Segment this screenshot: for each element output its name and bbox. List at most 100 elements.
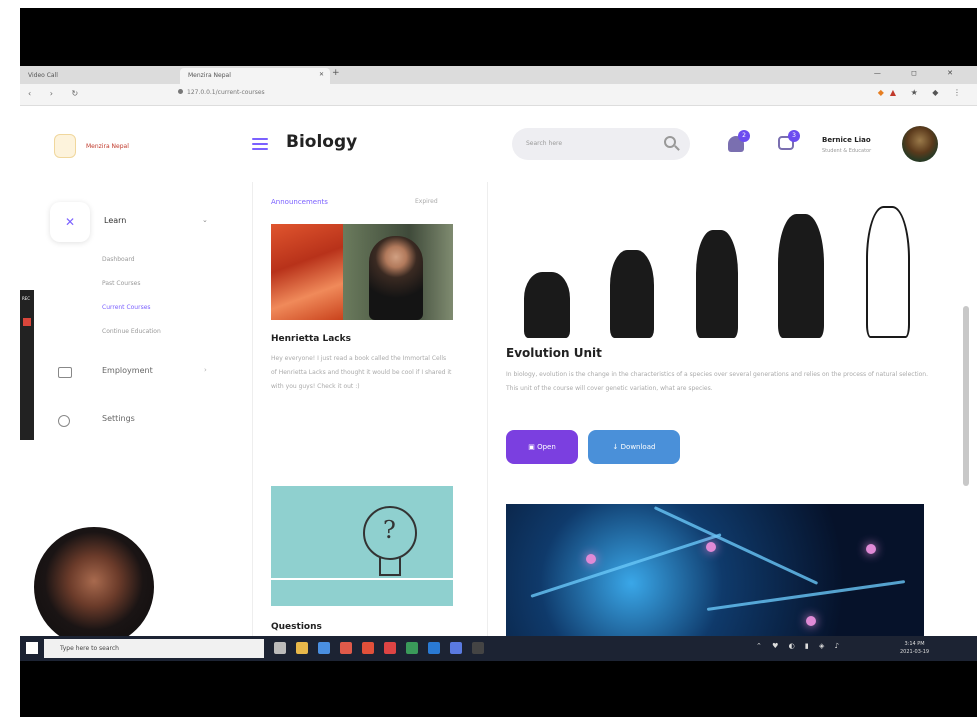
sidebar-subitem-dashboard[interactable]: Dashboard	[102, 256, 135, 263]
chrome-icon[interactable]	[362, 642, 374, 654]
tab-expired[interactable]: Expired	[415, 198, 438, 205]
app-icon[interactable]	[406, 642, 418, 654]
webcam-overlay	[32, 525, 156, 649]
questions-title[interactable]: Questions	[271, 622, 322, 632]
download-label: Download	[620, 443, 656, 451]
user-role: Student & Educator	[822, 148, 872, 154]
url-text: 127.0.0.1/current-courses	[187, 89, 265, 96]
tab-label: Video Call	[28, 72, 58, 79]
new-tab-button[interactable]: +	[332, 68, 340, 78]
page-title: Biology	[286, 132, 358, 152]
questions-image[interactable]: ?	[271, 486, 453, 606]
sidebar-subitem-current-courses[interactable]: Current Courses	[102, 304, 151, 311]
desktop-screen: Video Call Menzira Nepal ✕ + — ◻ ✕ ‹ › ↻ …	[20, 66, 977, 661]
clock-time: 3:14 PM	[904, 641, 925, 647]
sidebar-item-label: Settings	[102, 414, 135, 423]
url-field[interactable]: 127.0.0.1/current-courses	[178, 89, 265, 96]
post-body: Hey everyone! I just read a book called …	[271, 355, 452, 390]
tab-announcements[interactable]: Announcements	[271, 198, 328, 206]
user-name: Bernice Liao	[822, 136, 871, 144]
menu-icon[interactable]	[252, 138, 268, 150]
extension-icons[interactable]: ◆▲ ★ ◆ ⋮	[878, 88, 967, 97]
window-controls[interactable]: — ◻ ✕	[874, 69, 967, 77]
browser-tab-active[interactable]: Menzira Nepal ✕	[180, 68, 330, 84]
logo-icon	[54, 134, 76, 158]
chevron-down-icon[interactable]: ⌄	[202, 216, 208, 224]
chevron-right-icon[interactable]: ›	[204, 366, 207, 374]
book-cover	[271, 224, 343, 320]
app-icon[interactable]	[450, 642, 462, 654]
brave-shield-icon[interactable]: ◆	[878, 88, 890, 97]
neuron-cell	[706, 542, 716, 552]
app-container: Menzira Nepal Biology Search here 2 3 Be…	[20, 106, 977, 636]
open-label: Open	[537, 443, 556, 451]
left-margin	[0, 0, 20, 717]
unit-column: Evolution Unit In biology, evolution is …	[488, 182, 977, 636]
evolution-figure	[610, 250, 654, 338]
neuron-image[interactable]	[506, 504, 924, 636]
neuron-cell	[586, 554, 596, 564]
question-mark-icon: ?	[383, 516, 396, 544]
gear-icon	[58, 415, 70, 427]
search-input[interactable]: Search here	[526, 140, 562, 147]
brand-logo[interactable]: Menzira Nepal	[54, 134, 129, 158]
evolution-figure	[778, 214, 824, 338]
browser-tabstrip: Video Call Menzira Nepal ✕ + — ◻ ✕	[20, 66, 977, 84]
post-title[interactable]: Henrietta Lacks	[271, 334, 351, 344]
evolution-figure	[866, 206, 910, 338]
recording-widget[interactable]: REC	[20, 290, 34, 440]
store-icon[interactable]	[318, 642, 330, 654]
clock[interactable]: 3:14 PM 2021-03-19	[900, 640, 929, 656]
evolution-figure	[696, 230, 738, 338]
close-tab-icon[interactable]: ✕	[319, 71, 324, 78]
evolution-illustration	[506, 188, 936, 338]
windows-taskbar: Type here to search ⌃ ♥ ◐ ▮ ◈ ♪ 3:14 PM 2…	[20, 636, 977, 661]
scrollbar[interactable]	[963, 306, 969, 486]
lightbulb-base	[379, 558, 401, 576]
sidebar-item-label: Employment	[102, 366, 153, 375]
rec-label: REC	[22, 296, 31, 301]
folder-icon[interactable]	[296, 642, 308, 654]
post-image[interactable]	[271, 224, 453, 320]
divider	[271, 578, 453, 580]
learn-icon: ✕	[50, 202, 90, 242]
neuron-cell	[866, 544, 876, 554]
letterbox-bottom	[20, 661, 977, 717]
windows-icon[interactable]	[26, 642, 38, 654]
tab-label: Menzira Nepal	[188, 72, 231, 79]
sidebar-subitem-past-courses[interactable]: Past Courses	[102, 280, 140, 287]
avatar[interactable]	[902, 126, 938, 162]
author-photo	[369, 236, 423, 320]
neuron-line	[706, 580, 906, 611]
sidebar-item-label: Learn	[104, 216, 127, 225]
browser-tab-video-call[interactable]: Video Call	[20, 68, 80, 84]
taskbar-search-input[interactable]: Type here to search	[60, 645, 119, 652]
warning-icon[interactable]: ▲	[890, 88, 902, 97]
sidebar-subitem-continue-education[interactable]: Continue Education	[102, 328, 161, 335]
messages-badge: 3	[788, 130, 800, 142]
unit-description: In biology, evolution is the change in t…	[506, 371, 928, 392]
task-view-icon[interactable]	[274, 642, 286, 654]
sidebar-item-learn[interactable]: ✕ Learn ⌄	[50, 202, 218, 242]
monitor-icon	[58, 367, 72, 378]
app-icon[interactable]	[340, 642, 352, 654]
brand-name: Menzira Nepal	[86, 142, 129, 150]
search-bar[interactable]: Search here	[512, 128, 690, 160]
nav-buttons[interactable]: ‹ › ↻	[28, 89, 86, 98]
notifications-badge: 2	[738, 130, 750, 142]
site-info-icon[interactable]	[178, 89, 183, 94]
neuron-line	[653, 506, 819, 585]
download-button[interactable]: ↓ Download	[588, 430, 680, 464]
video-frame: Video Call Menzira Nepal ✕ + — ◻ ✕ ‹ › ↻ …	[0, 0, 977, 717]
system-tray[interactable]: ⌃ ♥ ◐ ▮ ◈ ♪	[756, 642, 843, 650]
clock-date: 2021-03-19	[900, 649, 930, 655]
vscode-icon[interactable]	[428, 642, 440, 654]
app-icon[interactable]	[384, 642, 396, 654]
taskbar-search[interactable]: Type here to search	[44, 639, 264, 658]
stop-record-icon[interactable]	[23, 318, 31, 326]
unit-title: Evolution Unit	[506, 346, 602, 360]
app-icon[interactable]	[472, 642, 484, 654]
search-icon[interactable]	[664, 136, 676, 148]
open-button[interactable]: ▣ Open	[506, 430, 578, 464]
letterbox-top	[20, 8, 977, 66]
